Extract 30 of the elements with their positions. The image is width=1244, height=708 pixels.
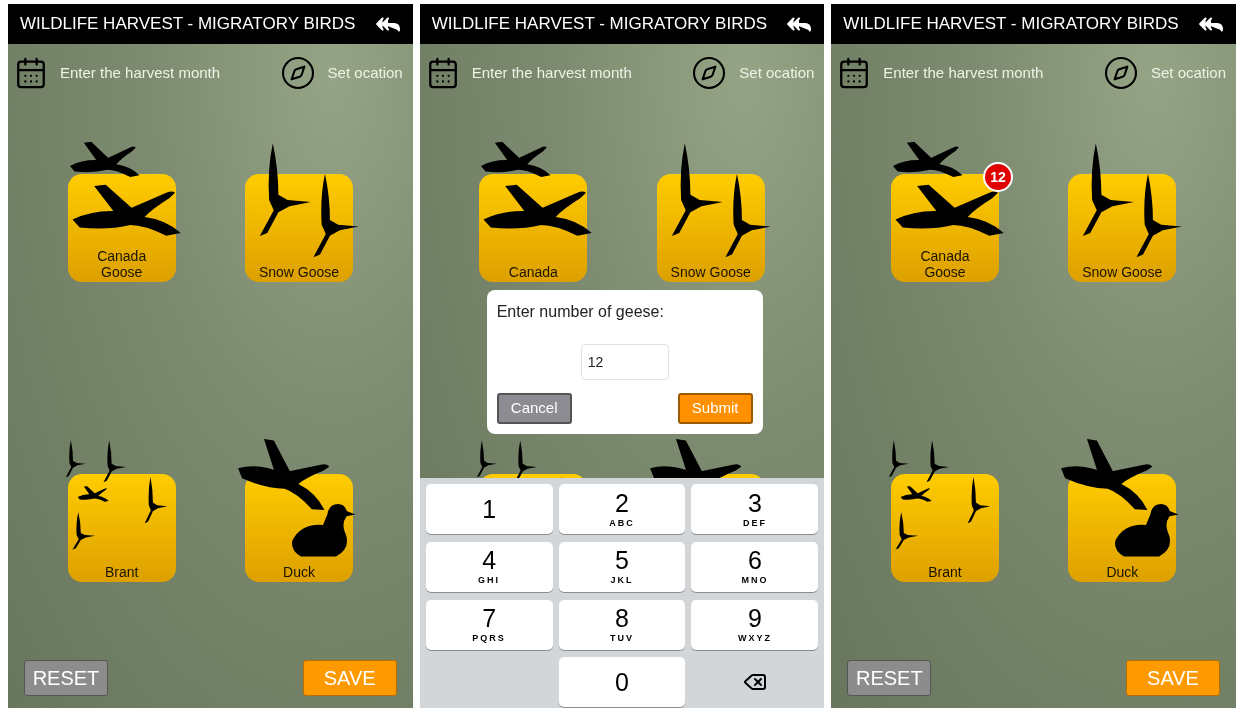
species-button[interactable]: Duck [1055, 438, 1190, 582]
species-button[interactable]: Snow Goose [1055, 138, 1190, 282]
keypad-key[interactable]: 5 JKL [558, 541, 686, 592]
compass-icon[interactable] [279, 55, 316, 91]
species-button[interactable]: Canada Goose [54, 138, 189, 282]
species-button[interactable]: Brant [54, 438, 189, 582]
compass-icon[interactable] [691, 55, 728, 91]
keypad-key[interactable]: 2 ABC [558, 484, 686, 534]
keypad-key[interactable]: 7 PQRS [425, 599, 553, 650]
app-title: WILDLIFE HARVEST - MIGRATORY BIRDS [431, 13, 768, 36]
keypad-key[interactable]: 8 TUV [558, 599, 686, 650]
species-button[interactable]: Canada [466, 138, 601, 282]
app-title: WILDLIFE HARVEST - MIGRATORY BIRDS [20, 13, 356, 36]
species-button[interactable]: Canada Goose 12 [878, 138, 1012, 282]
calendar-icon[interactable] [14, 56, 48, 90]
species-button[interactable]: Duck [232, 438, 366, 582]
species-button[interactable]: Snow Goose [643, 138, 778, 282]
keypad-key[interactable]: 1 [425, 484, 553, 534]
count-badge: 12 [983, 162, 1013, 192]
keypad-key[interactable]: 9 WXYZ [691, 599, 819, 650]
keypad-key[interactable]: 4 GHI [425, 541, 553, 592]
dialog-title: Enter number of geese: [496, 302, 665, 322]
count-input[interactable]: 12 [580, 344, 669, 380]
app-title: WILDLIFE HARVEST - MIGRATORY BIRDS [843, 13, 1179, 36]
keypad-key[interactable]: 0 [558, 657, 686, 708]
keypad-key[interactable]: 6 MNO [691, 541, 819, 592]
species-button[interactable]: Snow Goose [232, 138, 366, 282]
species-button[interactable]: Brant [878, 438, 1012, 582]
compass-icon[interactable] [1102, 55, 1139, 91]
keypad-key[interactable]: 3 DEF [691, 484, 819, 534]
